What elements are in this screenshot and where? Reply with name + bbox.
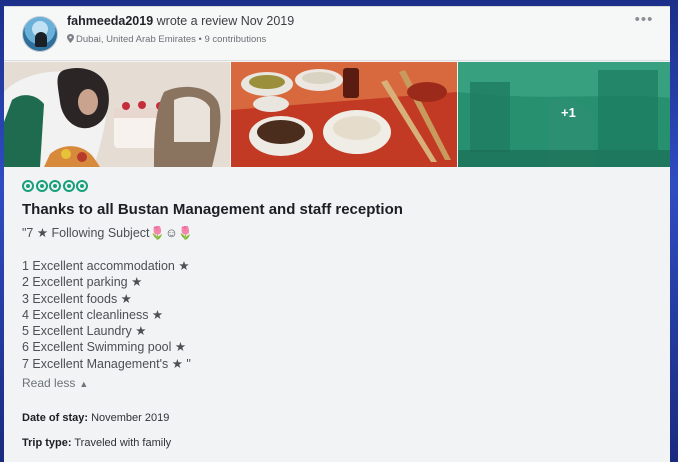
list-item: 3 Excellent foods ★	[22, 291, 132, 306]
list-item: 2 Excellent parking ★	[22, 275, 143, 290]
avatar[interactable]	[22, 16, 58, 52]
review-photo-buffet[interactable]	[231, 62, 457, 167]
read-less-label: Read less	[22, 376, 76, 391]
date-of-stay: Date of stay: November 2019	[22, 412, 652, 424]
review-title[interactable]: Thanks to all Bustan Management and staf…	[22, 201, 652, 218]
chevron-up-icon: ▲	[79, 379, 89, 390]
date-of-stay-value: November 2019	[88, 412, 170, 425]
review-header: fahmeeda2019 wrote a review Nov 2019 Dub…	[4, 7, 670, 61]
list-item: 5 Excellent Laundry ★	[22, 324, 147, 339]
rating-bubbles	[22, 179, 652, 194]
review-card: fahmeeda2019 wrote a review Nov 2019 Dub…	[4, 6, 670, 462]
list-item: 1 Excellent accommodation ★	[22, 259, 190, 273]
reviewer-name[interactable]: fahmeeda2019	[67, 14, 153, 28]
rating-bubble-icon	[22, 180, 34, 192]
reviewer-line: fahmeeda2019 wrote a review Nov 2019	[67, 14, 294, 28]
date-of-stay-label: Date of stay:	[22, 412, 89, 425]
more-photos-count[interactable]: +1	[561, 105, 576, 120]
reviewer-contributions: • 9 contributions	[195, 34, 267, 45]
photo-buffet-illustration	[231, 62, 457, 167]
trip-type-value: Traveled with family	[71, 437, 172, 450]
review-photo-cake[interactable]	[4, 62, 230, 167]
review-body: Thanks to all Bustan Management and staf…	[22, 179, 652, 449]
photo-cake-illustration	[4, 62, 230, 167]
rating-bubble-icon	[62, 180, 75, 192]
list-item: 7 Excellent Management's ★ "	[22, 356, 191, 371]
read-less-link[interactable]: Read less ▲	[22, 376, 652, 390]
rating-bubble-icon	[49, 180, 61, 192]
location-pin-icon	[67, 34, 74, 43]
list-item: 4 Excellent cleanliness ★	[22, 307, 164, 322]
trip-type-label: Trip type:	[22, 437, 72, 450]
reviewer-location: Dubai, United Arab Emirates	[76, 34, 196, 45]
reviewer-meta: Dubai, United Arab Emirates • 9 contribu…	[67, 34, 266, 45]
review-action-text: wrote a review Nov 2019	[153, 14, 295, 28]
trip-type: Trip type: Traveled with family	[22, 437, 652, 449]
rating-bubble-icon	[76, 180, 88, 192]
more-options-icon[interactable]: •••	[630, 11, 658, 31]
rating-bubble-icon	[35, 180, 48, 192]
list-item: 6 Excellent Swimming pool ★	[22, 340, 187, 355]
review-subject: "7 ★ Following Subject🌷☺🌷	[22, 226, 194, 240]
